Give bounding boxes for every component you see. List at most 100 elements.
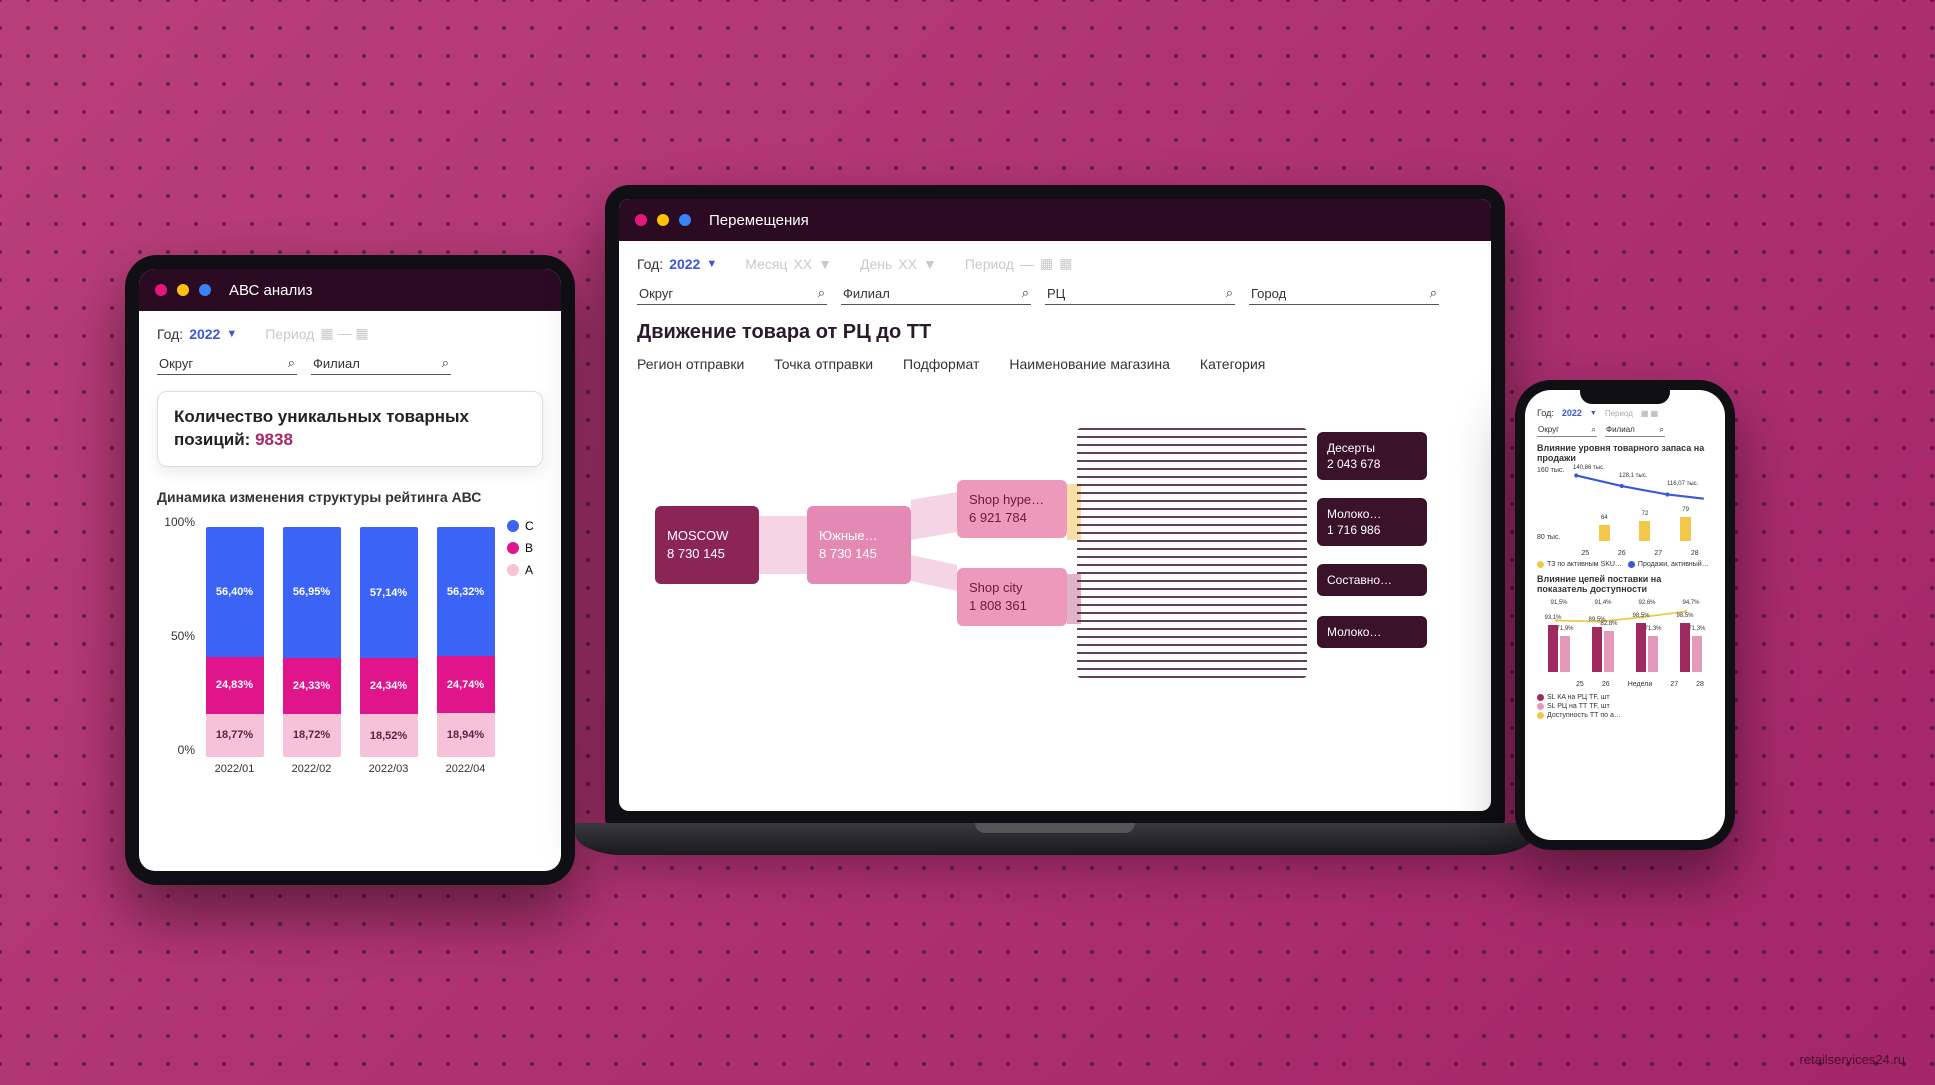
- abc-stack: 56,95% 24,33% 18,72%: [283, 527, 341, 757]
- sankey-flow: [911, 492, 957, 540]
- traffic-light-close-icon[interactable]: [635, 214, 647, 226]
- traffic-light-close-icon[interactable]: [155, 284, 167, 296]
- abc-bar-column[interactable]: 56,40% 24,83% 18,77% 2022/01: [201, 527, 268, 775]
- sankey-node-root[interactable]: MOSCOW 8 730 145: [655, 506, 759, 584]
- abc-stack: 56,32% 24,74% 18,94%: [437, 527, 495, 757]
- search-okrug-input[interactable]: Округ⌕: [1537, 424, 1597, 437]
- filter-period[interactable]: Период ▦ — ▦: [265, 325, 368, 342]
- legend-a-label: A: [525, 563, 533, 577]
- search-filial-input[interactable]: Филиал⌕: [1605, 424, 1665, 437]
- abc-seg-c: 56,95%: [283, 527, 341, 658]
- abc-y-axis: 100% 50% 0%: [157, 515, 201, 775]
- legend-dot-icon: [1537, 694, 1544, 701]
- legend-dot-icon: [507, 520, 519, 532]
- tablet-screen: АВС анализ Год: 2022 ▼ Период ▦ — ▦ Окру…: [139, 269, 561, 871]
- filter-year[interactable]: Год: 2022 ▼: [637, 256, 717, 272]
- abc-bar-column[interactable]: 57,14% 24,34% 18,52% 2022/03: [355, 527, 422, 775]
- phone-chart2-title: Влияние цепей поставки на показатель дос…: [1537, 574, 1713, 594]
- filter-year-value[interactable]: 2022: [1562, 408, 1582, 418]
- kpi-value: 9838: [255, 430, 293, 449]
- chart1-xaxis: 25 26 27 28: [1567, 550, 1713, 557]
- line-val: 94,7%: [1682, 600, 1699, 606]
- chart1-legend: ТЗ по активным SKU… Продажи, активный…: [1537, 561, 1713, 568]
- search-filial-input[interactable]: Филиал ⌕: [311, 352, 451, 375]
- sankey-col-head: Подформат: [903, 356, 979, 372]
- chevron-down-icon: ▼: [923, 256, 937, 272]
- laptop-screen: Перемещения Год: 2022 ▼ Месяц ХХ ▼ Де: [619, 199, 1491, 811]
- ytick: 100%: [164, 515, 195, 529]
- search-filial-input[interactable]: Филиал⌕: [841, 282, 1031, 305]
- filter-period-label[interactable]: Период: [1605, 409, 1633, 418]
- bar-val: 71,9%: [1556, 626, 1573, 632]
- chevron-down-icon: ▼: [818, 256, 832, 272]
- filter-period-label: Период: [965, 256, 1014, 272]
- legend-label: SL КA на РЦ TF, шт: [1547, 694, 1610, 701]
- abc-seg-a: 18,77%: [206, 714, 264, 757]
- legend-c: C: [507, 519, 543, 533]
- search-icon: ⌕: [288, 355, 295, 371]
- search-filial-label: Филиал: [313, 356, 360, 371]
- sankey-chart: MOSCOW 8 730 145 Южные… 8 730 145 Shop h…: [637, 388, 1473, 718]
- sankey-flow: [911, 555, 957, 591]
- traffic-light-min-icon[interactable]: [177, 284, 189, 296]
- search-icon: ⌕: [1022, 285, 1029, 301]
- filter-day[interactable]: День ХХ ▼: [860, 256, 937, 272]
- node-value: 1 808 361: [969, 597, 1055, 615]
- sankey-node-shop1[interactable]: Shop hype… 6 921 784: [957, 480, 1067, 538]
- line-value: 128,1 тыс.: [1619, 473, 1647, 479]
- sankey-col-head: Точка отправки: [774, 356, 873, 372]
- legend-a: A: [507, 563, 543, 577]
- abc-seg-b: 24,34%: [360, 658, 418, 714]
- sankey-category[interactable]: Молоко… 1 716 986: [1317, 498, 1427, 546]
- node-name: MOSCOW: [667, 527, 747, 545]
- traffic-light-max-icon[interactable]: [199, 284, 211, 296]
- chart2-bars: 93,1% 71,9% 89,5% 82,8% 98,5% 71,3% 98,5…: [1537, 608, 1713, 672]
- sankey-category[interactable]: Десерты 2 043 678: [1317, 432, 1427, 480]
- phone-device: Год: 2022 ▼ Период ▦ ▦ Округ⌕ Филиал⌕ Вл…: [1515, 380, 1735, 850]
- search-label: РЦ: [1047, 286, 1065, 301]
- bar-group: 98,5% 71,3%: [1680, 623, 1702, 672]
- traffic-light-max-icon[interactable]: [679, 214, 691, 226]
- abc-seg-a: 18,94%: [437, 713, 495, 757]
- sankey-category[interactable]: Молоко…: [1317, 616, 1427, 648]
- search-okrug-input[interactable]: Округ⌕: [637, 282, 827, 305]
- sankey-category[interactable]: Составно…: [1317, 564, 1427, 596]
- filter-period[interactable]: Период — ▦ ▦: [965, 255, 1073, 272]
- abc-bar-column[interactable]: 56,32% 24,74% 18,94% 2022/04: [432, 527, 499, 775]
- node-value: 8 730 145: [667, 545, 747, 563]
- abc-bar-column[interactable]: 56,95% 24,33% 18,72% 2022/02: [278, 527, 345, 775]
- calendar-range-icon: ▦ — ▦: [320, 325, 368, 342]
- chevron-down-icon: ▼: [226, 328, 237, 340]
- filter-month[interactable]: Месяц ХХ ▼: [745, 256, 832, 272]
- sankey-node-mid[interactable]: Южные… 8 730 145: [807, 506, 911, 584]
- abc-x-label: 2022/04: [446, 763, 486, 775]
- abc-seg-a: 18,52%: [360, 714, 418, 757]
- laptop-content: Год: 2022 ▼ Месяц ХХ ▼ День ХХ ▼: [619, 241, 1491, 811]
- xtick: 28: [1691, 550, 1699, 557]
- filter-year[interactable]: Год: 2022 ▼: [157, 326, 237, 342]
- search-icon: ⌕: [818, 285, 825, 301]
- chart2-xaxis: 25 26 Недели 27 28: [1567, 681, 1713, 688]
- search-city-input[interactable]: Город⌕: [1249, 282, 1439, 305]
- legend-label: ТЗ по активным SKU…: [1547, 561, 1622, 568]
- traffic-light-min-icon[interactable]: [657, 214, 669, 226]
- search-okrug-input[interactable]: Округ ⌕: [157, 352, 297, 375]
- footer-link[interactable]: retailservices24.ru: [1800, 1052, 1906, 1067]
- abc-x-label: 2022/01: [215, 763, 255, 775]
- chart2-line-vals: 91,5% 91,4% 92,6% 94,7%: [1537, 600, 1713, 606]
- abc-seg-c: 56,40%: [206, 527, 264, 657]
- legend-dot-icon: [1628, 561, 1635, 568]
- ytick: 80 тыс.: [1537, 534, 1565, 541]
- sankey-node-shop2[interactable]: Shop city 1 808 361: [957, 568, 1067, 626]
- legend-b: B: [507, 541, 543, 555]
- cat-name: Составно…: [1327, 572, 1417, 588]
- kpi-callout: Количество уникальных товарных позиций: …: [157, 391, 543, 467]
- xtick: 27: [1670, 681, 1678, 688]
- search-rc-input[interactable]: РЦ ⌕: [1045, 282, 1235, 305]
- bar-val: 98,5%: [1676, 613, 1693, 619]
- legend-dot-icon: [507, 542, 519, 554]
- search-icon: ⌕: [1226, 285, 1233, 301]
- bar: 79: [1680, 517, 1691, 541]
- search-label: Округ: [1538, 425, 1559, 435]
- laptop-search-row: Округ⌕ Филиал⌕ РЦ ⌕ Город⌕: [637, 282, 1473, 305]
